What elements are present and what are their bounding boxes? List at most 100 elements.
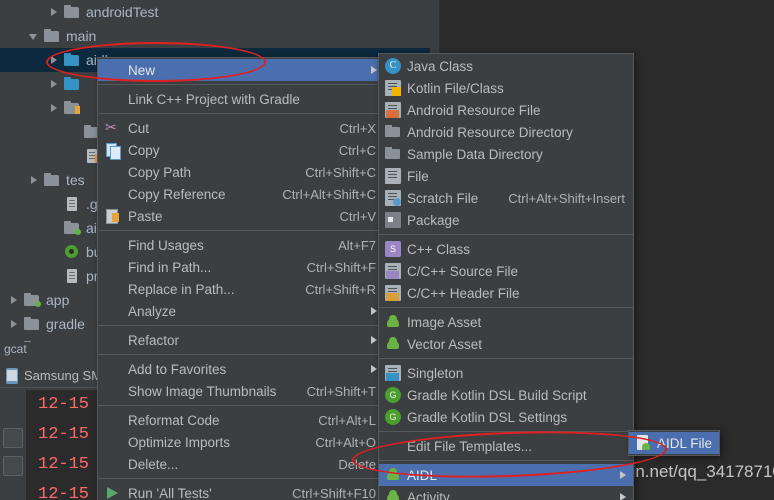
folder-blue-icon (64, 53, 80, 67)
cpp-icon: S (383, 241, 403, 257)
javaclass-glyph: C (385, 58, 401, 74)
menu-item-label: Replace in Path... (128, 281, 235, 297)
cppsrc-icon (383, 263, 403, 279)
menu-item-android-resource-file[interactable]: Android Resource File (379, 99, 633, 121)
menu-item-singleton[interactable]: Singleton (379, 362, 633, 384)
aidlfile-glyph (635, 435, 651, 451)
spacer-icon (68, 150, 80, 162)
menu-item-run-all-tests[interactable]: Run 'All Tests' Ctrl+Shift+F10 (98, 482, 384, 500)
copy-glyph (104, 142, 121, 160)
menu-item-delete[interactable]: Delete... Delete (98, 453, 384, 475)
menu-item-image-asset[interactable]: Image Asset (379, 311, 633, 333)
new-submenu[interactable]: C Java Class Kotlin File/Class Android Reso… (378, 53, 634, 500)
chevron-right-icon[interactable] (48, 6, 60, 18)
chevron-right-icon[interactable] (48, 102, 60, 114)
menu-item-gradle-kotlin-dsl-build-script[interactable]: G Gradle Kotlin DSL Build Script (379, 384, 633, 406)
menu-item-gradle-kotlin-dsl-settings[interactable]: G Gradle Kotlin DSL Settings (379, 406, 633, 428)
menu-item-label: Paste (128, 208, 163, 224)
menu-item-kotlin-file-class[interactable]: Kotlin File/Class (379, 77, 633, 99)
singleton-glyph (385, 365, 401, 381)
gradleg-icon: G (383, 409, 403, 425)
menu-icon-placeholder (383, 438, 403, 454)
menu-item-file[interactable]: File (379, 165, 633, 187)
project-context-menu[interactable]: New Link C++ Project with Gradle Cut Ctrl+X… (97, 57, 385, 500)
menu-item-edit-file-templates[interactable]: Edit File Templates... (379, 435, 633, 457)
menu-item-find-in-path[interactable]: Find in Path... Ctrl+Shift+F (98, 256, 384, 278)
menu-icon-placeholder (102, 456, 122, 472)
menu-item-shortcut: Ctrl+Alt+L (318, 412, 376, 428)
menu-item-label: Link C++ Project with Gradle (128, 91, 300, 107)
cpphdr-glyph (385, 285, 401, 301)
menu-item-find-usages[interactable]: Find Usages Alt+F7 (98, 234, 384, 256)
menu-separator (98, 405, 384, 406)
tree-row-label: gradle (46, 316, 85, 332)
logcat-tab-label[interactable]: gcat (0, 342, 27, 358)
menu-item-refactor[interactable]: Refactor (98, 329, 384, 351)
menu-separator (98, 113, 384, 114)
tree-row[interactable]: androidTest (0, 0, 430, 24)
menu-icon-placeholder (102, 332, 122, 348)
menu-icon-placeholder (102, 361, 122, 377)
chevron-right-icon[interactable] (48, 54, 60, 66)
menu-item-shortcut: Ctrl+Shift+F (306, 259, 376, 275)
menu-item-paste[interactable]: Paste Ctrl+V (98, 205, 384, 227)
device-icon (6, 367, 18, 384)
menu-item-optimize-imports[interactable]: Optimize Imports Ctrl+Alt+O (98, 431, 384, 453)
menu-item-vector-asset[interactable]: Vector Asset (379, 333, 633, 355)
menu-icon-placeholder (102, 237, 122, 253)
menu-item-replace-in-path[interactable]: Replace in Path... Ctrl+Shift+R (98, 278, 384, 300)
menu-item-add-to-favorites[interactable]: Add to Favorites (98, 358, 384, 380)
menu-item-activity[interactable]: Activity (379, 486, 633, 500)
menu-item-aidl-file[interactable]: AIDL File (629, 432, 719, 454)
menu-item-show-image-thumbnails[interactable]: Show Image Thumbnails Ctrl+Shift+T (98, 380, 384, 402)
menu-item-copy-reference[interactable]: Copy Reference Ctrl+Alt+Shift+C (98, 183, 384, 205)
menu-item-c-c-header-file[interactable]: C/C++ Header File (379, 282, 633, 304)
menu-item-new[interactable]: New (98, 59, 384, 81)
tree-row[interactable]: main (0, 24, 430, 48)
menu-item-copy-path[interactable]: Copy Path Ctrl+Shift+C (98, 161, 384, 183)
submenu-arrow-icon (371, 66, 377, 74)
menu-item-shortcut: Ctrl+Shift+C (305, 164, 376, 180)
chevron-down-icon[interactable] (28, 30, 40, 42)
menu-item-label: Vector Asset (407, 336, 483, 352)
pkg-icon (383, 212, 403, 228)
chevron-right-icon[interactable] (48, 78, 60, 90)
menu-item-sample-data-directory[interactable]: Sample Data Directory (379, 143, 633, 165)
chevron-right-icon[interactable] (28, 174, 40, 186)
android-icon (383, 467, 403, 483)
menu-item-copy[interactable]: Copy Ctrl+C (98, 139, 384, 161)
menu-item-c-class[interactable]: S C++ Class (379, 238, 633, 260)
android-glyph (385, 314, 401, 330)
pkg-glyph (385, 212, 401, 228)
gutter-button-1[interactable] (3, 428, 23, 448)
menu-separator (379, 460, 633, 461)
menu-item-scratch-file[interactable]: Scratch File Ctrl+Alt+Shift+Insert (379, 187, 633, 209)
menu-item-android-resource-directory[interactable]: Android Resource Directory (379, 121, 633, 143)
menu-item-c-c-source-file[interactable]: C/C++ Source File (379, 260, 633, 282)
folder-green-icon (64, 221, 81, 235)
menu-item-label: Optimize Imports (128, 434, 231, 450)
menu-item-cut[interactable]: Cut Ctrl+X (98, 117, 384, 139)
menu-icon-placeholder (102, 91, 122, 107)
menu-separator (98, 230, 384, 231)
submenu-arrow-icon (371, 336, 377, 344)
menu-item-label: Run 'All Tests' (128, 485, 212, 500)
scratch-glyph (385, 190, 401, 206)
menu-item-analyze[interactable]: Analyze (98, 300, 384, 322)
menu-item-java-class[interactable]: C Java Class (379, 55, 633, 77)
aidlfile-icon (633, 435, 653, 451)
aidl-submenu[interactable]: AIDL File (628, 430, 720, 456)
chevron-right-icon[interactable] (8, 318, 20, 330)
gutter-button-2[interactable] (3, 456, 23, 476)
paste-icon (102, 208, 122, 224)
menu-item-reformat-code[interactable]: Reformat Code Ctrl+Alt+L (98, 409, 384, 431)
spacer-icon (48, 270, 60, 282)
menu-separator (379, 358, 633, 359)
chevron-right-icon[interactable] (8, 294, 20, 306)
menu-item-link-c-project-with-gradle[interactable]: Link C++ Project with Gradle (98, 88, 384, 110)
menu-item-label: Android Resource Directory (407, 124, 573, 140)
menu-icon-placeholder (102, 383, 122, 399)
android-icon (383, 336, 403, 352)
menu-item-aidl[interactable]: AIDL (379, 464, 633, 486)
menu-item-package[interactable]: Package (379, 209, 633, 231)
